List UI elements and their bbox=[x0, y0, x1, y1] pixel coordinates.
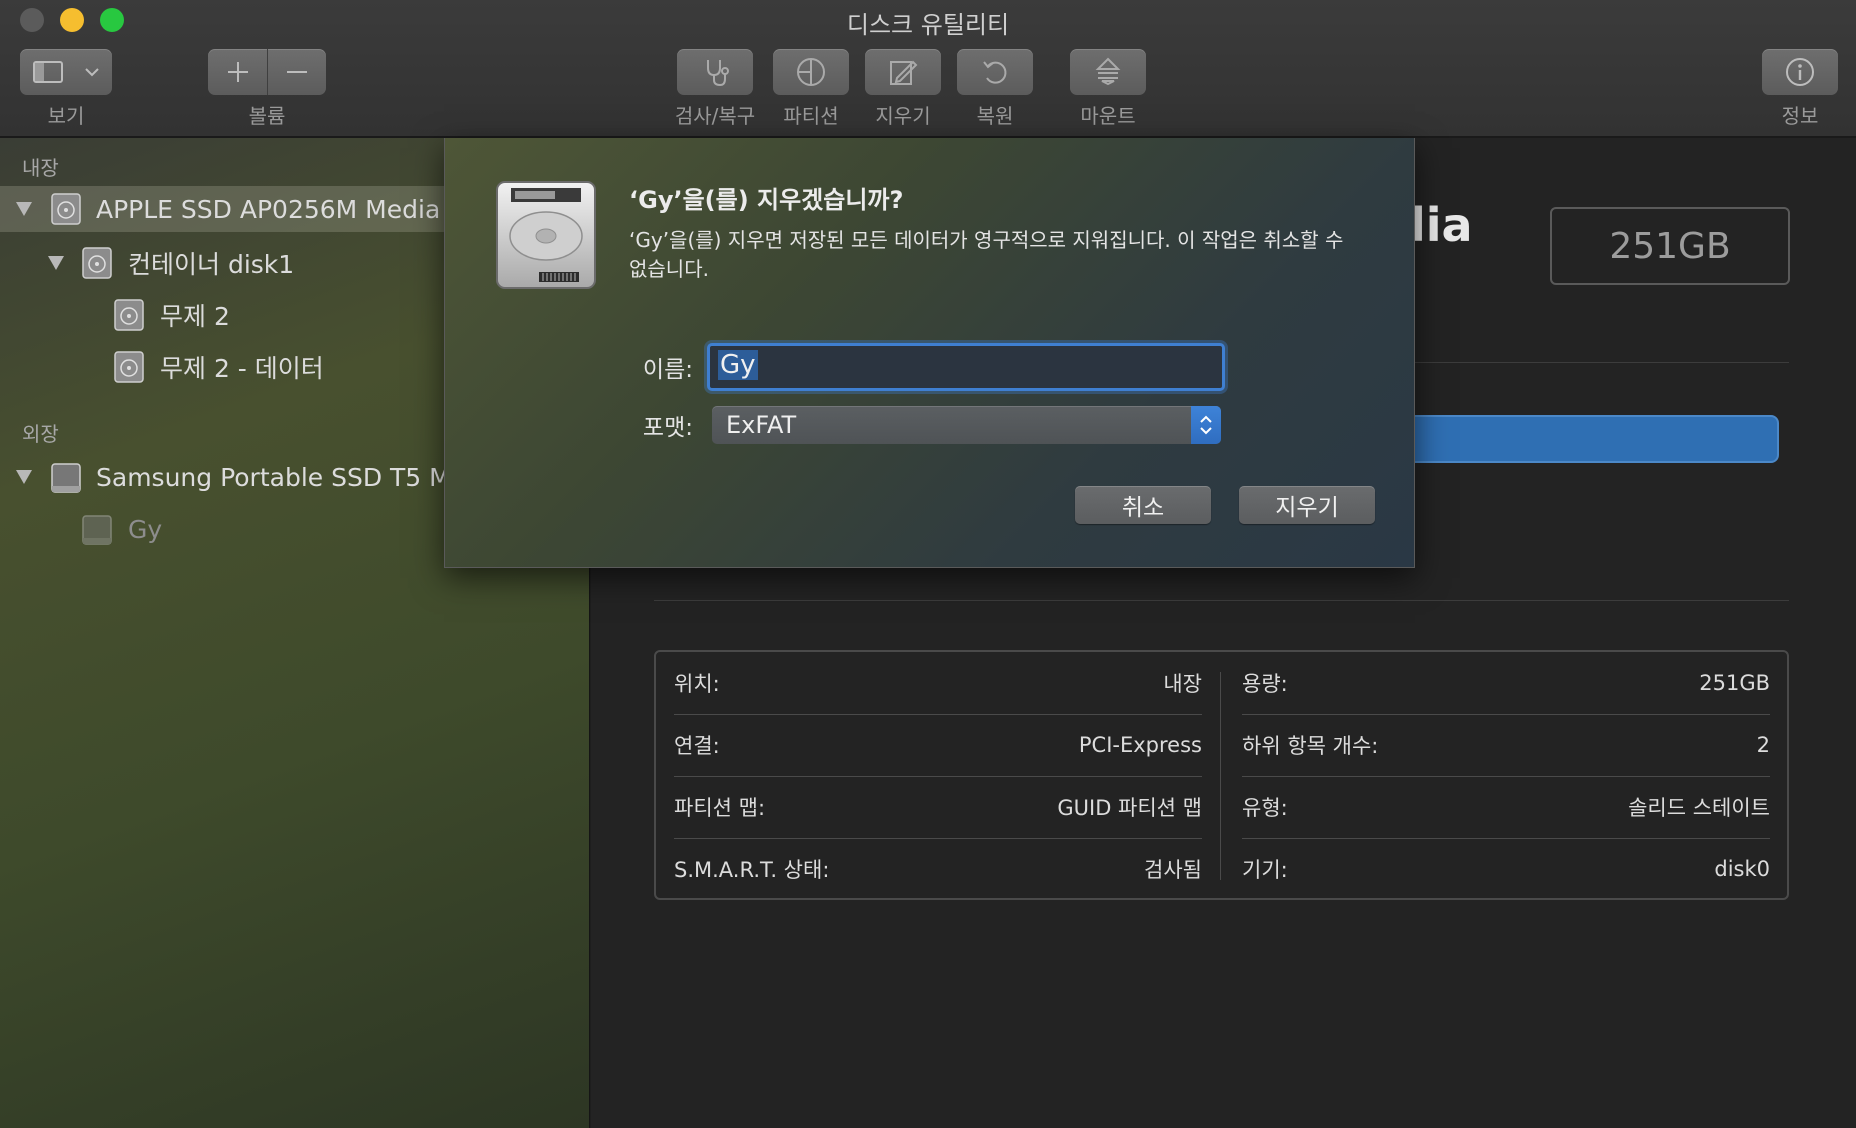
info-key: 용량: bbox=[1242, 672, 1288, 696]
info-column-divider bbox=[1220, 672, 1221, 880]
internal-disk-icon bbox=[114, 299, 144, 331]
info-button[interactable] bbox=[1762, 49, 1838, 95]
mount-label: 마운트 bbox=[1080, 104, 1136, 128]
disclosure-triangle-icon[interactable] bbox=[16, 202, 32, 216]
capacity-badge: 251GB bbox=[1550, 207, 1790, 285]
disclosure-triangle-icon[interactable] bbox=[48, 256, 64, 270]
sidebar-item-label: Samsung Portable SSD T5 M bbox=[96, 462, 451, 492]
name-input[interactable]: Gy bbox=[707, 343, 1225, 391]
info-row: 위치: 내장 bbox=[674, 652, 1202, 714]
external-disk-icon bbox=[51, 463, 81, 493]
view-button[interactable] bbox=[20, 49, 112, 95]
info-label: 정보 bbox=[1781, 104, 1819, 128]
erase-icon bbox=[890, 60, 918, 85]
info-value: 솔리드 스테이트 bbox=[1628, 796, 1770, 820]
format-label: 포맷: bbox=[642, 415, 693, 441]
name-label: 이름: bbox=[642, 357, 693, 383]
partition-label: 파티션 bbox=[783, 104, 839, 128]
dialog-title: ‘Gy’을(를) 지우겠습니까? bbox=[629, 186, 904, 214]
info-key: 파티션 맵: bbox=[674, 796, 766, 820]
sidebar-header-internal: 내장 bbox=[22, 156, 59, 180]
info-key: S.M.A.R.T. 상태: bbox=[674, 858, 830, 882]
toolbar: 디스크 유틸리티 보기 볼륨 검사/복구 파티션 지우기 복원 마운트 정보 bbox=[0, 0, 1856, 138]
view-label: 보기 bbox=[47, 104, 85, 128]
partition-icon bbox=[797, 58, 825, 86]
info-value: 2 bbox=[1756, 733, 1770, 757]
internal-disk-icon bbox=[82, 247, 112, 279]
info-value: 검사됨 bbox=[1144, 858, 1202, 882]
dialog-message: ‘Gy’을(를) 지우면 저장된 모든 데이터가 영구적으로 지워집니다. 이 … bbox=[629, 228, 1344, 281]
info-row: S.M.A.R.T. 상태: 검사됨 bbox=[674, 838, 1202, 900]
cancel-button[interactable]: 취소 bbox=[1075, 486, 1211, 524]
info-row: 용량: 251GB bbox=[1242, 652, 1770, 714]
mount-icon bbox=[1095, 57, 1121, 86]
remove-volume-button[interactable] bbox=[268, 49, 326, 95]
window-title: 디스크 유틸리티 bbox=[846, 11, 1010, 39]
name-input-value: Gy bbox=[718, 350, 758, 380]
format-select-value: ExFAT bbox=[726, 411, 797, 439]
info-value: PCI-Express bbox=[1078, 733, 1202, 757]
info-row: 기기: disk0 bbox=[1242, 838, 1770, 900]
hard-drive-icon bbox=[496, 181, 596, 289]
stepper-arrows-icon bbox=[1191, 406, 1221, 444]
sidebar-item-label: Gy bbox=[128, 514, 163, 544]
info-key: 유형: bbox=[1242, 796, 1288, 820]
info-value: 내장 bbox=[1163, 672, 1202, 696]
info-icon bbox=[1786, 58, 1814, 86]
restore-icon bbox=[983, 61, 1007, 84]
erase-confirm-button[interactable]: 지우기 bbox=[1239, 486, 1375, 524]
add-volume-button[interactable] bbox=[208, 49, 267, 95]
sidebar-item-label: 무제 2 bbox=[160, 302, 230, 331]
info-key: 하위 항목 개수: bbox=[1242, 734, 1379, 758]
restore-label: 복원 bbox=[976, 104, 1014, 128]
sidebar-item-label: 컨테이너 disk1 bbox=[128, 250, 295, 279]
stethoscope-icon bbox=[707, 60, 729, 87]
volume-label: 볼륨 bbox=[248, 104, 286, 128]
internal-disk-icon bbox=[51, 193, 81, 225]
info-row: 유형: 솔리드 스테이트 bbox=[1242, 776, 1770, 838]
external-disk-icon bbox=[82, 515, 112, 545]
sidebar-item-label: 무제 2 - 데이터 bbox=[160, 354, 324, 383]
info-key: 연결: bbox=[674, 734, 720, 758]
usage-bar bbox=[1400, 415, 1779, 463]
info-value: GUID 파티션 맵 bbox=[1057, 796, 1202, 820]
internal-disk-icon bbox=[114, 351, 144, 383]
info-row: 연결: PCI-Express bbox=[674, 714, 1202, 776]
first-aid-button[interactable] bbox=[677, 49, 753, 95]
volume-segment bbox=[208, 49, 326, 95]
erase-label: 지우기 bbox=[875, 104, 931, 128]
disclosure-triangle-icon[interactable] bbox=[16, 470, 32, 484]
erase-dialog: ‘Gy’을(를) 지우겠습니까? ‘Gy’을(를) 지우면 저장된 모든 데이터… bbox=[444, 138, 1415, 568]
erase-button[interactable] bbox=[865, 49, 941, 95]
info-row: 파티션 맵: GUID 파티션 맵 bbox=[674, 776, 1202, 838]
info-key: 위치: bbox=[674, 672, 720, 696]
format-select[interactable]: ExFAT bbox=[712, 406, 1221, 444]
divider bbox=[654, 600, 1789, 601]
minus-icon bbox=[287, 71, 307, 73]
disk-title: lia bbox=[1410, 198, 1473, 252]
partition-button[interactable] bbox=[773, 49, 849, 95]
info-row: 하위 항목 개수: 2 bbox=[1242, 714, 1770, 776]
info-value: disk0 bbox=[1714, 857, 1770, 881]
chevron-down-icon bbox=[85, 68, 99, 77]
first-aid-label: 검사/복구 bbox=[674, 104, 756, 128]
info-table: 위치: 내장 연결: PCI-Express 파티션 맵: GUID 파티션 맵… bbox=[654, 650, 1789, 900]
sidebar-item-label: APPLE SSD AP0256M Media bbox=[96, 194, 441, 224]
plus-icon bbox=[227, 62, 248, 82]
sidebar-header-external: 외장 bbox=[22, 422, 59, 446]
restore-button[interactable] bbox=[957, 49, 1033, 95]
info-value: 251GB bbox=[1699, 671, 1770, 695]
sidebar-toggle-icon bbox=[33, 61, 63, 83]
info-key: 기기: bbox=[1242, 858, 1288, 882]
mount-button[interactable] bbox=[1070, 49, 1146, 95]
